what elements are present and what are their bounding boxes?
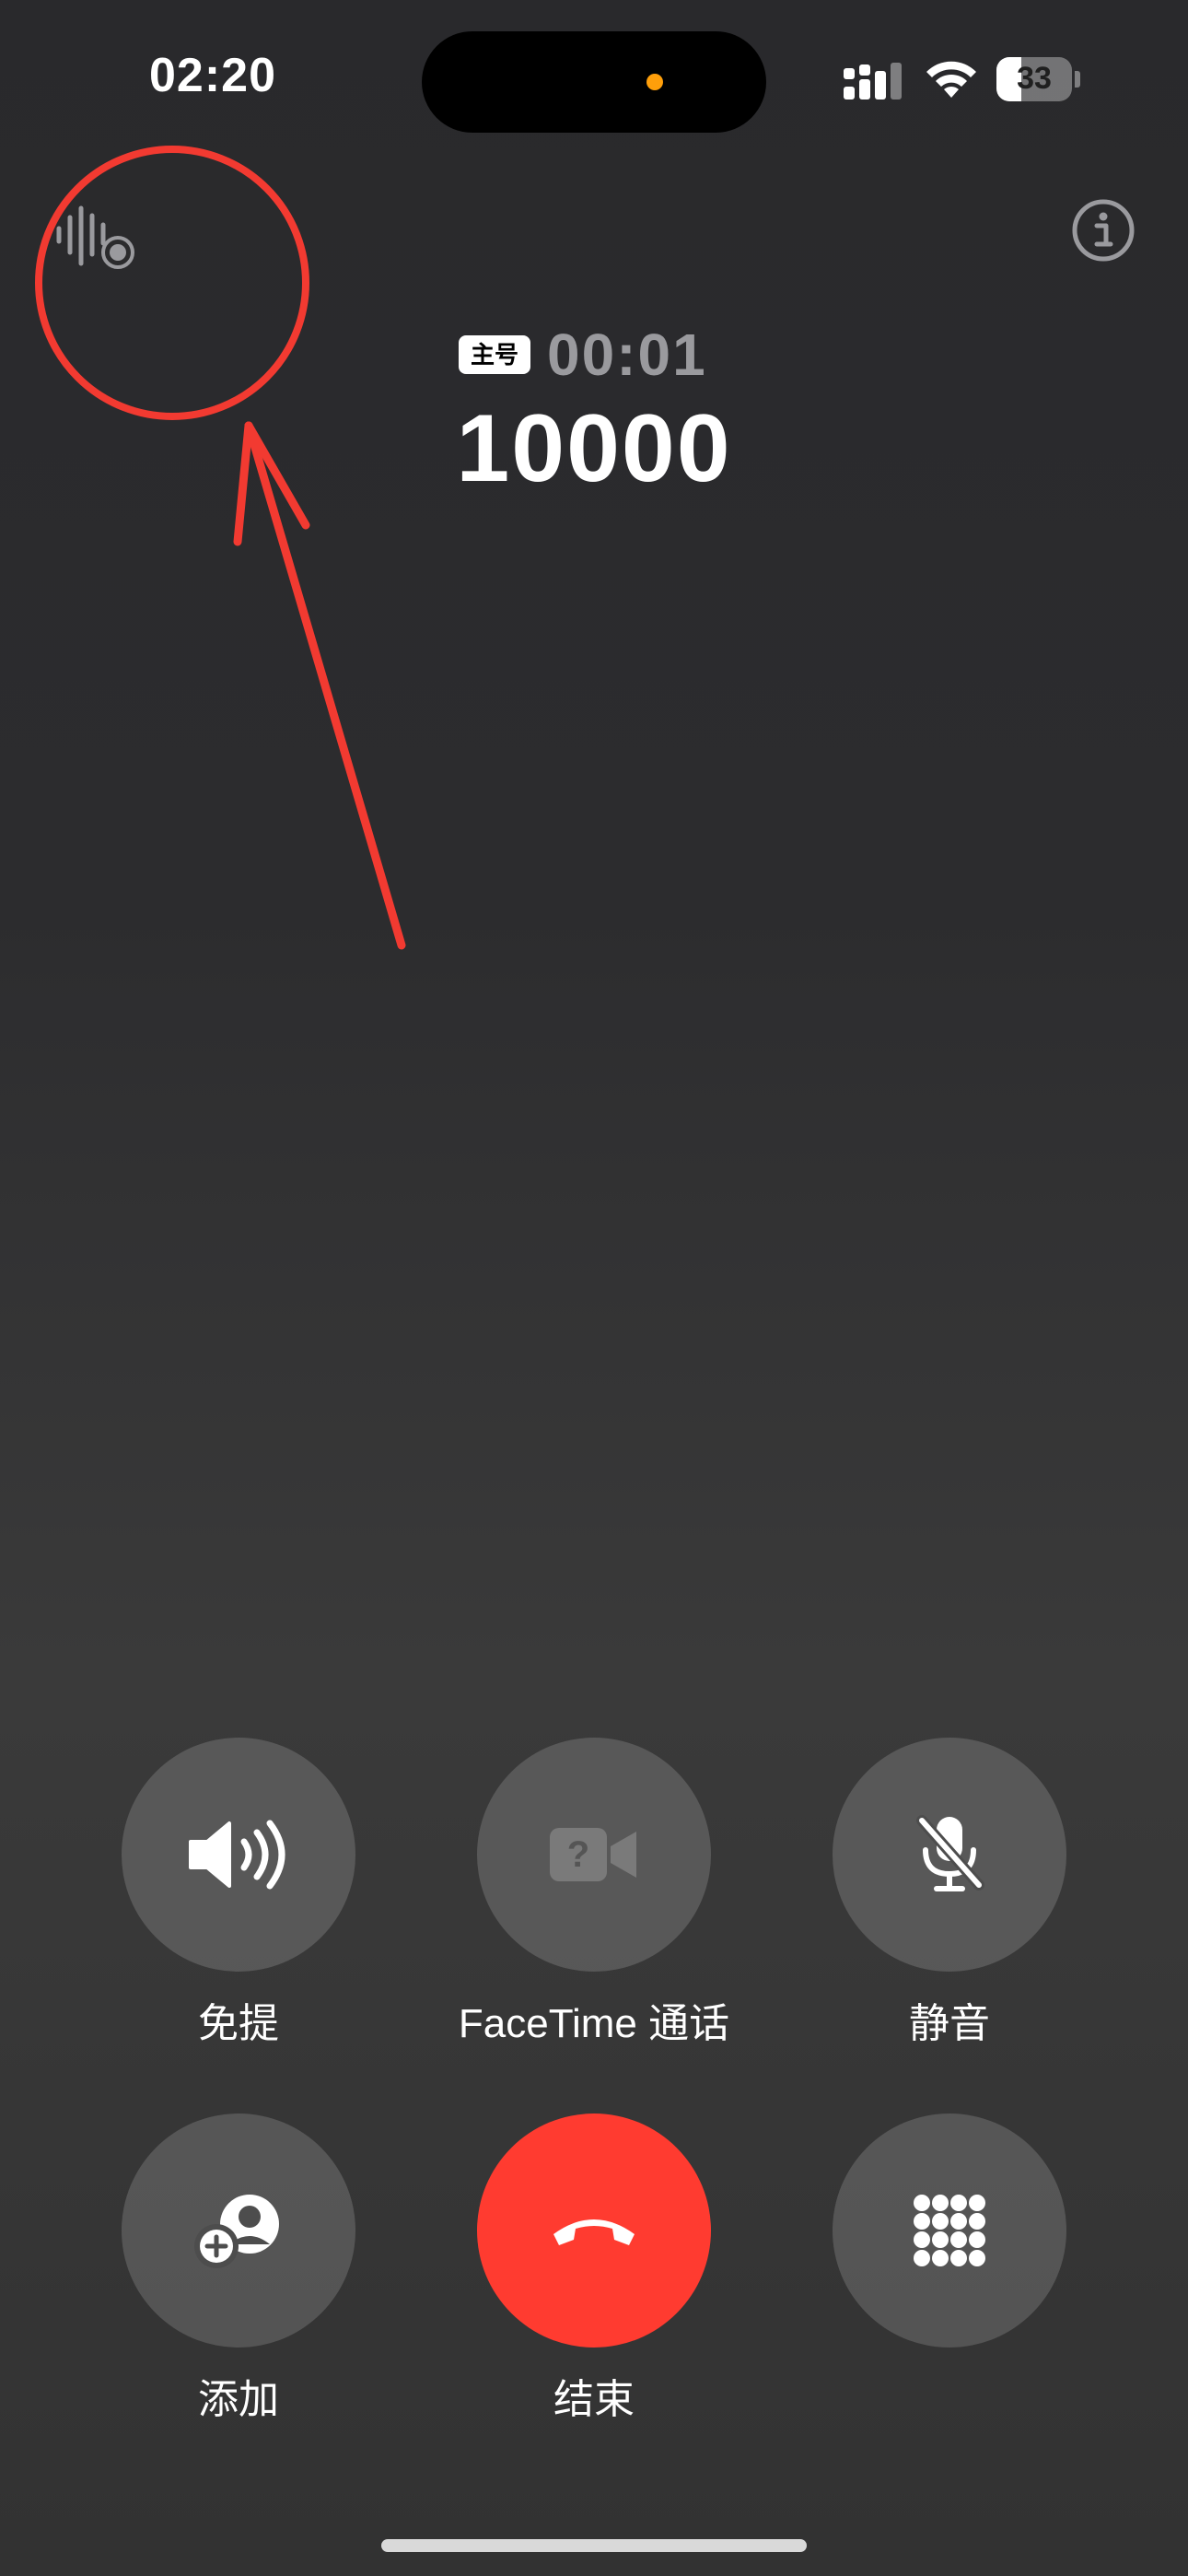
dynamic-island bbox=[422, 31, 766, 133]
end-call-label: 结束 bbox=[553, 2377, 635, 2422]
svg-text:?: ? bbox=[567, 1834, 589, 1875]
home-indicator[interactable] bbox=[381, 2539, 807, 2552]
call-duration: 00:01 bbox=[547, 322, 707, 388]
end-call-icon bbox=[553, 2219, 635, 2245]
annotation-circle bbox=[35, 146, 309, 420]
facetime-video-icon: ? bbox=[550, 1828, 636, 1881]
callee-number: 10000 bbox=[456, 395, 732, 502]
info-icon[interactable] bbox=[1070, 197, 1136, 263]
facetime-button[interactable]: ? bbox=[477, 1738, 711, 1972]
add-call-button[interactable] bbox=[122, 2113, 355, 2348]
mic-slash-icon bbox=[916, 1815, 984, 1891]
mute-label: 静音 bbox=[909, 2001, 990, 2046]
keypad-icon bbox=[914, 2195, 985, 2266]
battery-icon: 33 bbox=[996, 57, 1081, 101]
speaker-label: 免提 bbox=[198, 2001, 279, 2046]
add-call-label: 添加 bbox=[198, 2377, 279, 2422]
wifi-icon bbox=[926, 61, 976, 98]
battery-body: 33 bbox=[996, 57, 1072, 101]
speaker-button[interactable] bbox=[122, 1738, 355, 1972]
facetime-label: FaceTime 通话 bbox=[458, 2001, 730, 2046]
battery-cap bbox=[1075, 71, 1080, 88]
add-person-icon bbox=[194, 2195, 279, 2268]
battery-percent: 33 bbox=[1017, 61, 1052, 96]
sim-badge: 主号 bbox=[459, 335, 530, 374]
end-call-button[interactable] bbox=[477, 2113, 711, 2348]
signal-icon bbox=[844, 63, 902, 100]
keypad-button[interactable] bbox=[833, 2113, 1066, 2348]
privacy-indicator-dot bbox=[646, 74, 663, 90]
status-time: 02:20 bbox=[149, 49, 276, 102]
speaker-icon bbox=[189, 1820, 285, 1890]
mute-button[interactable] bbox=[833, 1738, 1066, 1972]
